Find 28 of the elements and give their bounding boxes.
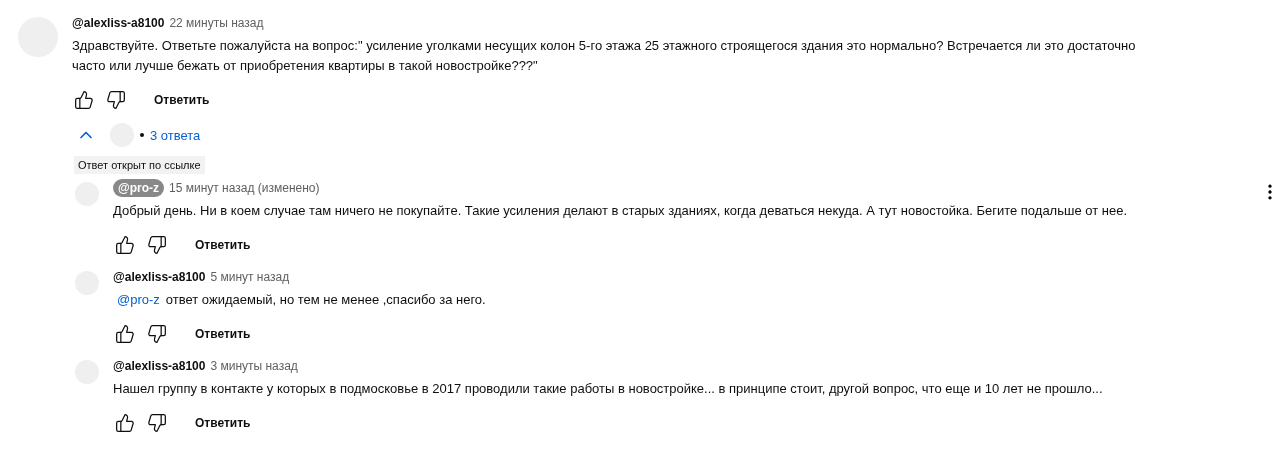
author-name[interactable]: @alexliss-a8100	[113, 359, 206, 373]
comment-time[interactable]: 5 минут назад	[210, 270, 290, 284]
reply-button[interactable]: Ответить	[195, 323, 251, 345]
author-name[interactable]: @pro-z	[113, 179, 165, 197]
dislike-button[interactable]	[145, 233, 169, 257]
mention-link[interactable]: @pro-z	[117, 292, 160, 307]
reply-button[interactable]: Ответить	[195, 412, 251, 434]
author-name[interactable]: @alexliss-a8100	[113, 270, 206, 284]
dislike-button[interactable]	[145, 411, 169, 435]
link-badge: Ответ открыт по ссылке	[74, 156, 205, 174]
comment-text: ответ ожидаемый, но тем не менее ,спасибо за него.	[165, 292, 486, 307]
replies-count[interactable]: 3 ответа	[150, 127, 201, 143]
reply-button[interactable]: Ответить	[195, 234, 251, 256]
comment-text: Здравствуйте. Ответьте пожалуйста на вопрос:" усиление уголками несущих колон 5-го этажа 25 этажного строящегося здания это нормально? Встречается ли это достаточно часто или лучше бежать от приобретения квартиры в такой новостройке???"	[72, 37, 1137, 75]
comment-time[interactable]: 15 минут назад (изменено)	[169, 181, 320, 195]
like-button[interactable]	[113, 233, 137, 257]
separator-dot	[140, 133, 144, 137]
reply-button[interactable]: Ответить	[154, 89, 210, 111]
comment-text: Добрый день. Ни в коем случае там ничего не покупайте. Такие усиления делают в старых зданиях, когда деваться некуда. А тут новостойка. Бегите подальше от нее.	[113, 203, 1127, 218]
author-name[interactable]: @alexliss-a8100	[72, 16, 165, 30]
dislike-button[interactable]	[104, 88, 128, 112]
comment-time[interactable]: 3 минуты назад	[210, 359, 298, 373]
like-button[interactable]	[72, 88, 96, 112]
like-button[interactable]	[113, 411, 137, 435]
comment-time[interactable]: 22 минуты назад	[169, 16, 264, 30]
like-button[interactable]	[113, 322, 137, 346]
comment-text: Нашел группу в контакте у которых в подмосковье в 2017 проводили такие работы в новостройке... в принципе стоит, другой вопрос, что еще и 10 лет не прошло...	[113, 381, 1103, 396]
dislike-button[interactable]	[145, 322, 169, 346]
